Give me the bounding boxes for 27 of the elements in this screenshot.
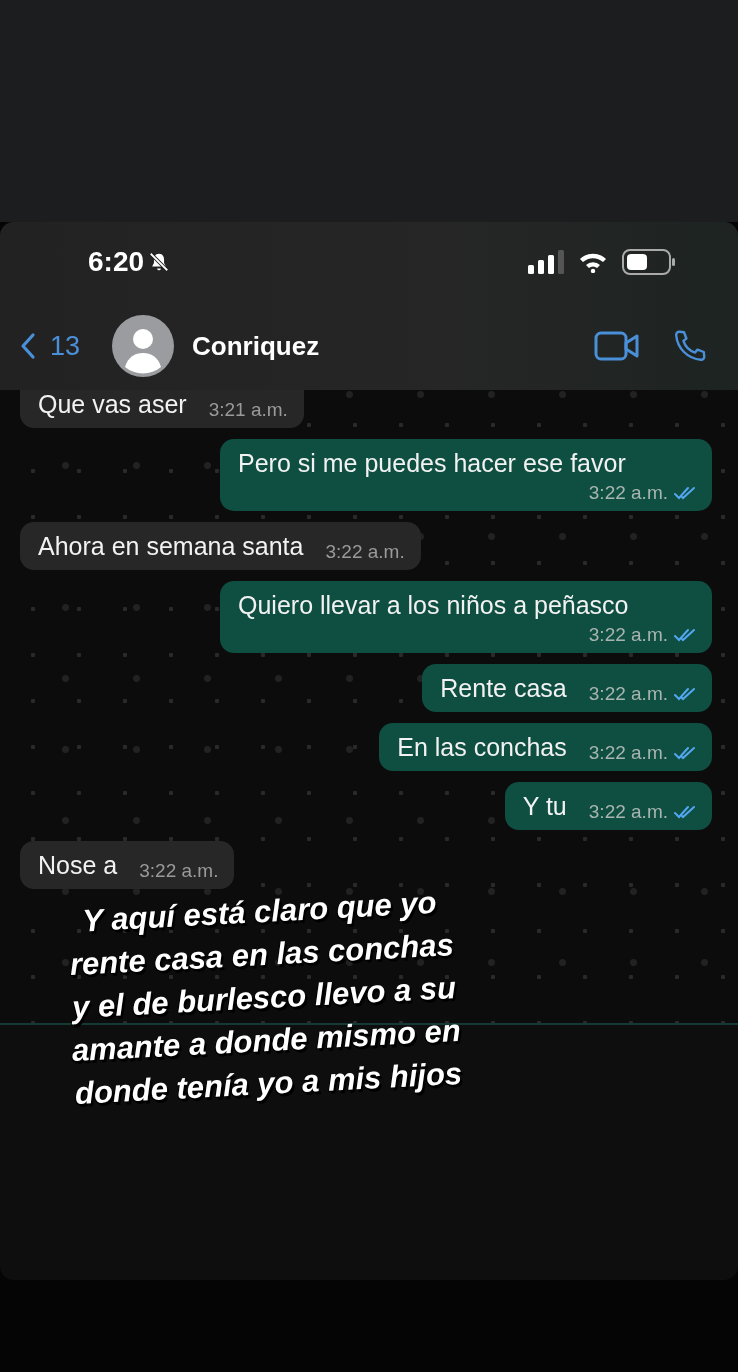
avatar-icon[interactable] — [112, 315, 175, 377]
message-time: 3:22 a.m. — [588, 482, 668, 504]
story-caption: Y aquí está claro que yo rente casa en las conchas y el de burlesco llevo a su amante a donde mismo en donde tenía yo a mis hijos — [67, 883, 464, 1113]
message-text: Ahora en semana santa — [38, 532, 304, 561]
message-text: Pero si me puedes hacer ese favor — [238, 449, 627, 478]
video-call-icon[interactable] — [594, 330, 640, 362]
message-time: 3:22 a.m. — [588, 801, 668, 823]
status-time: 6:20 — [88, 246, 145, 278]
message-text: Quiero llevar a los niños a peñasco — [238, 591, 630, 620]
message-time: 3:22 a.m. — [588, 683, 668, 705]
back-button[interactable]: 13 — [20, 330, 81, 362]
message-text: Que vas aser — [38, 390, 187, 419]
message-time: 3:21 a.m. — [208, 399, 288, 421]
battery-icon — [622, 249, 676, 275]
message-time: 3:22 a.m. — [139, 860, 219, 882]
message-text: Y tu — [522, 792, 567, 821]
message-text: Nose a — [38, 851, 118, 880]
message-text: Rente casa — [440, 674, 567, 703]
message-time: 3:22 a.m. — [325, 541, 405, 563]
signal-icon — [528, 250, 564, 274]
contact-name[interactable]: Conriquez — [192, 330, 320, 362]
message-time: 3:22 a.m. — [588, 624, 668, 646]
chevron-left-icon — [20, 332, 36, 360]
wifi-icon — [578, 251, 608, 273]
phone-icon[interactable] — [672, 328, 708, 364]
message-time: 3:22 a.m. — [588, 742, 668, 764]
message-text: En las conchas — [397, 733, 567, 762]
